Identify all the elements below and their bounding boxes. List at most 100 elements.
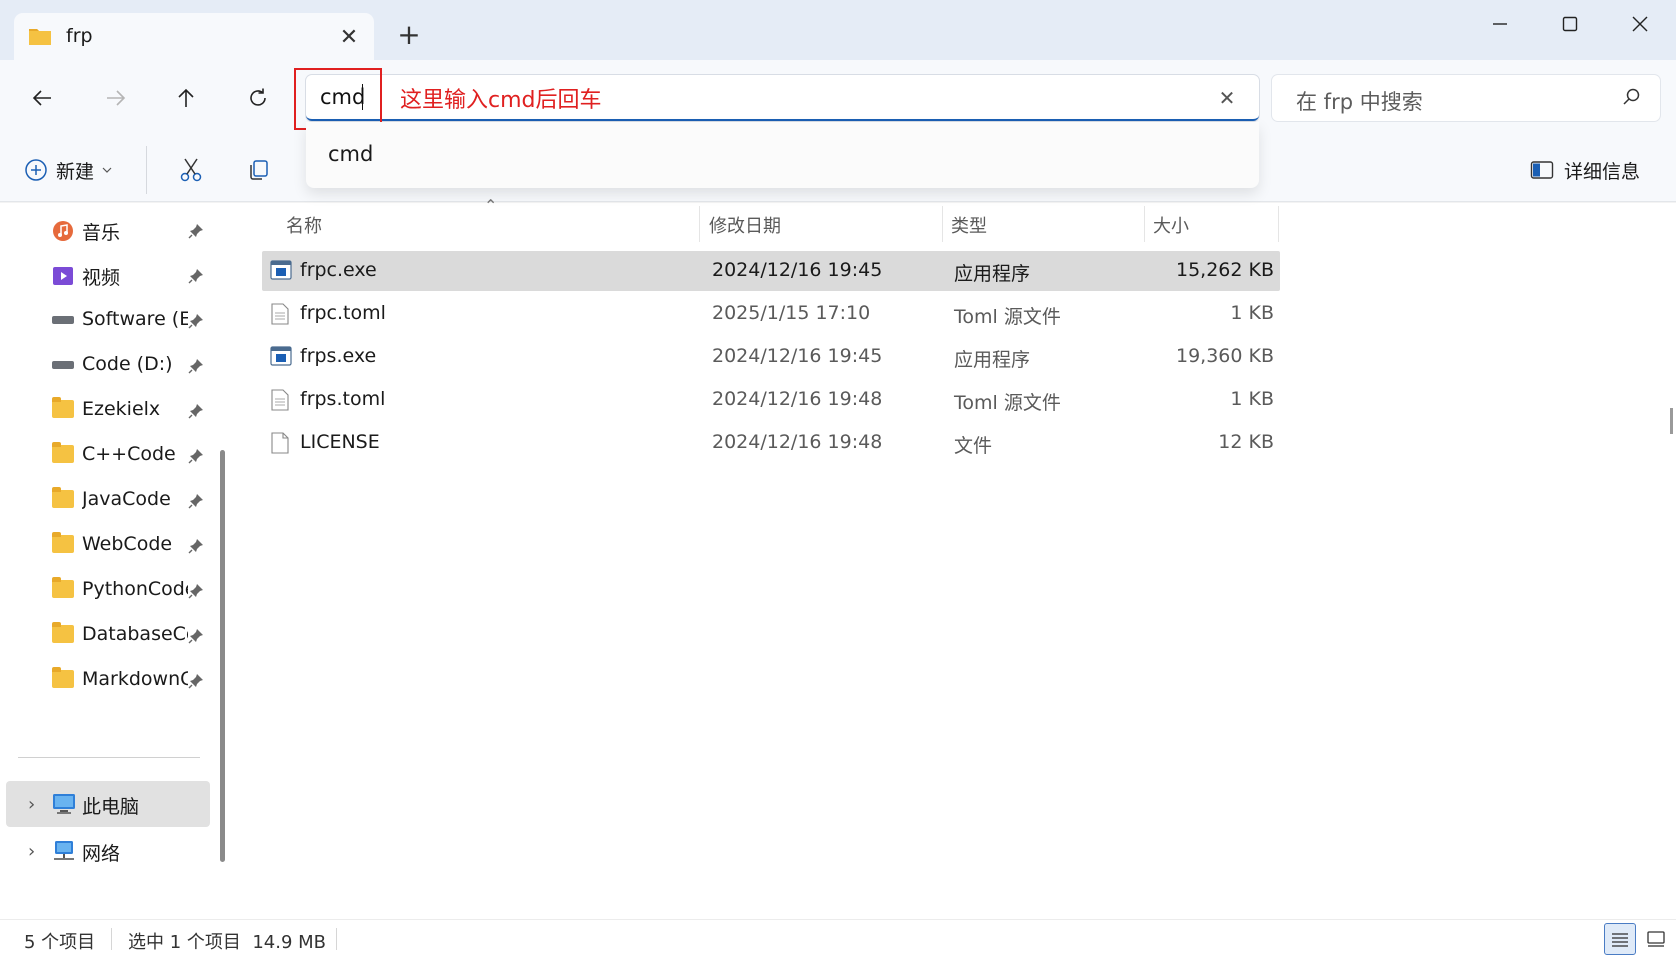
sidebar-item-software-drive[interactable]: Software (E:) (0, 298, 222, 342)
maximize-button[interactable] (1534, 0, 1606, 48)
sidebar-item-webcode[interactable]: WebCode (0, 523, 222, 567)
new-button[interactable]: 新建 (24, 150, 112, 190)
column-header-type[interactable]: 类型 (951, 212, 987, 238)
up-button[interactable] (164, 78, 208, 118)
pin-icon (188, 312, 204, 334)
text-file-icon (270, 389, 290, 416)
music-icon (52, 220, 74, 241)
sidebar-item-label: Software (E:) (82, 308, 188, 330)
details-view-button[interactable] (1604, 923, 1636, 955)
folder-icon (52, 577, 74, 600)
close-tab-icon[interactable]: ✕ (332, 21, 366, 55)
file-type: Toml 源文件 (954, 392, 1061, 414)
sidebar-item-markdowncode[interactable]: MarkdownCode (0, 658, 222, 702)
clear-address-icon[interactable]: ✕ (1212, 83, 1242, 113)
sidebar-item-videos[interactable]: 视频 (0, 253, 222, 297)
column-header-size[interactable]: 大小 (1153, 212, 1189, 238)
sidebar-item-music[interactable]: 音乐 (0, 208, 222, 252)
file-row-frpc-exe[interactable]: frpc.exe 2024/12/16 19:45 应用程序 15,262 KB (262, 251, 1280, 291)
pin-icon (188, 627, 204, 649)
exe-icon (270, 346, 292, 371)
sidebar-item-ezekielx[interactable]: Ezekielx (0, 388, 222, 432)
file-name: frps.exe (300, 345, 377, 367)
suggestion-item[interactable]: cmd (328, 142, 373, 166)
sidebar-item-label: 视频 (82, 267, 121, 289)
folder-icon (52, 487, 74, 510)
copy-icon (250, 160, 268, 180)
network-icon (52, 840, 76, 867)
folder-icon (52, 397, 74, 420)
column-divider[interactable] (1144, 206, 1145, 242)
close-window-button[interactable] (1604, 0, 1676, 48)
tab-frp[interactable]: frp ✕ (14, 13, 374, 62)
sidebar-item-cppcode[interactable]: C++Code (0, 433, 222, 477)
maximize-icon (1562, 16, 1578, 32)
chevron-right-icon[interactable]: › (28, 841, 35, 862)
details-button-label: 详细信息 (1564, 160, 1641, 183)
file-name: LICENSE (300, 431, 380, 453)
sidebar-item-label: Ezekielx (82, 398, 161, 420)
new-button-label: 新建 (56, 160, 95, 183)
computer-icon (52, 793, 76, 820)
column-header-modified[interactable]: 修改日期 (709, 212, 781, 238)
sidebar-item-pythoncode[interactable]: PythonCode (0, 568, 222, 612)
address-suggestions-dropdown: cmd (306, 122, 1259, 188)
sidebar-item-label: 音乐 (82, 222, 121, 244)
pin-icon (188, 672, 204, 694)
file-size: 1 KB (1230, 302, 1274, 324)
column-divider[interactable] (699, 206, 700, 242)
file-row-frps-exe[interactable]: frps.exe 2024/12/16 19:45 应用程序 19,360 KB (262, 337, 1280, 377)
blank-file-icon (270, 432, 290, 459)
forward-button[interactable] (94, 78, 138, 118)
column-divider[interactable] (1278, 206, 1279, 242)
sidebar-item-network[interactable]: › 网络 (6, 828, 210, 874)
sidebar-item-databasecode[interactable]: DatabaseCode (0, 613, 222, 657)
cut-button[interactable] (170, 150, 212, 190)
status-bar: 5 个项目 选中 1 个项目 14.9 MB (0, 919, 1676, 958)
address-bar[interactable]: cmd 这里输入cmd后回车 ✕ (306, 75, 1259, 121)
pin-icon (188, 222, 204, 244)
file-size: 1 KB (1230, 388, 1274, 410)
chevron-right-icon[interactable]: › (28, 794, 35, 815)
sidebar-item-this-pc[interactable]: › 此电脑 (6, 781, 210, 827)
copy-button[interactable] (238, 150, 280, 190)
large-icons-view-button[interactable] (1640, 923, 1672, 955)
search-box[interactable]: 在 frp 中搜索 (1272, 75, 1660, 121)
chevron-down-icon (102, 167, 112, 173)
search-icon[interactable] (1622, 87, 1642, 112)
column-divider[interactable] (942, 206, 943, 242)
plus-circle-icon (25, 159, 47, 181)
drive-icon (52, 355, 74, 375)
file-row-frps-toml[interactable]: frps.toml 2024/12/16 19:48 Toml 源文件 1 KB (262, 380, 1280, 420)
sidebar-scrollbar[interactable] (220, 450, 225, 862)
status-divider (336, 928, 337, 950)
file-row-frpc-toml[interactable]: frpc.toml 2025/1/15 17:10 Toml 源文件 1 KB (262, 294, 1280, 334)
sidebar-item-label: 此电脑 (82, 796, 140, 818)
window-edge-handle[interactable] (1670, 408, 1673, 434)
folder-icon (52, 667, 74, 690)
back-button[interactable] (20, 78, 64, 118)
pin-icon (188, 357, 204, 379)
sidebar-item-javacode[interactable]: JavaCode (0, 478, 222, 522)
file-size: 19,360 KB (1175, 345, 1274, 367)
sidebar-item-code-drive[interactable]: Code (D:) (0, 343, 222, 387)
file-name: frps.toml (300, 388, 386, 410)
text-file-icon (270, 303, 290, 330)
new-tab-button[interactable]: + (392, 18, 426, 52)
item-count: 5 个项目 (24, 932, 96, 953)
pin-icon (188, 492, 204, 514)
instruction-annotation: 这里输入cmd后回车 (400, 88, 602, 113)
up-arrow-icon (178, 88, 194, 107)
file-type: 文件 (954, 435, 993, 457)
selection-info: 选中 1 个项目 14.9 MB (128, 932, 327, 953)
sidebar-item-label: JavaCode (82, 488, 171, 510)
column-header-name[interactable]: 名称 (286, 212, 322, 238)
refresh-button[interactable] (236, 78, 280, 118)
list-view-icon (1612, 933, 1628, 947)
minimize-button[interactable] (1464, 0, 1536, 48)
details-pane-button[interactable]: 详细信息 (1530, 150, 1640, 190)
pin-icon (188, 402, 204, 424)
refresh-icon (250, 88, 266, 106)
file-row-license[interactable]: LICENSE 2024/12/16 19:48 文件 12 KB (262, 423, 1280, 463)
file-modified: 2024/12/16 19:45 (712, 345, 883, 367)
